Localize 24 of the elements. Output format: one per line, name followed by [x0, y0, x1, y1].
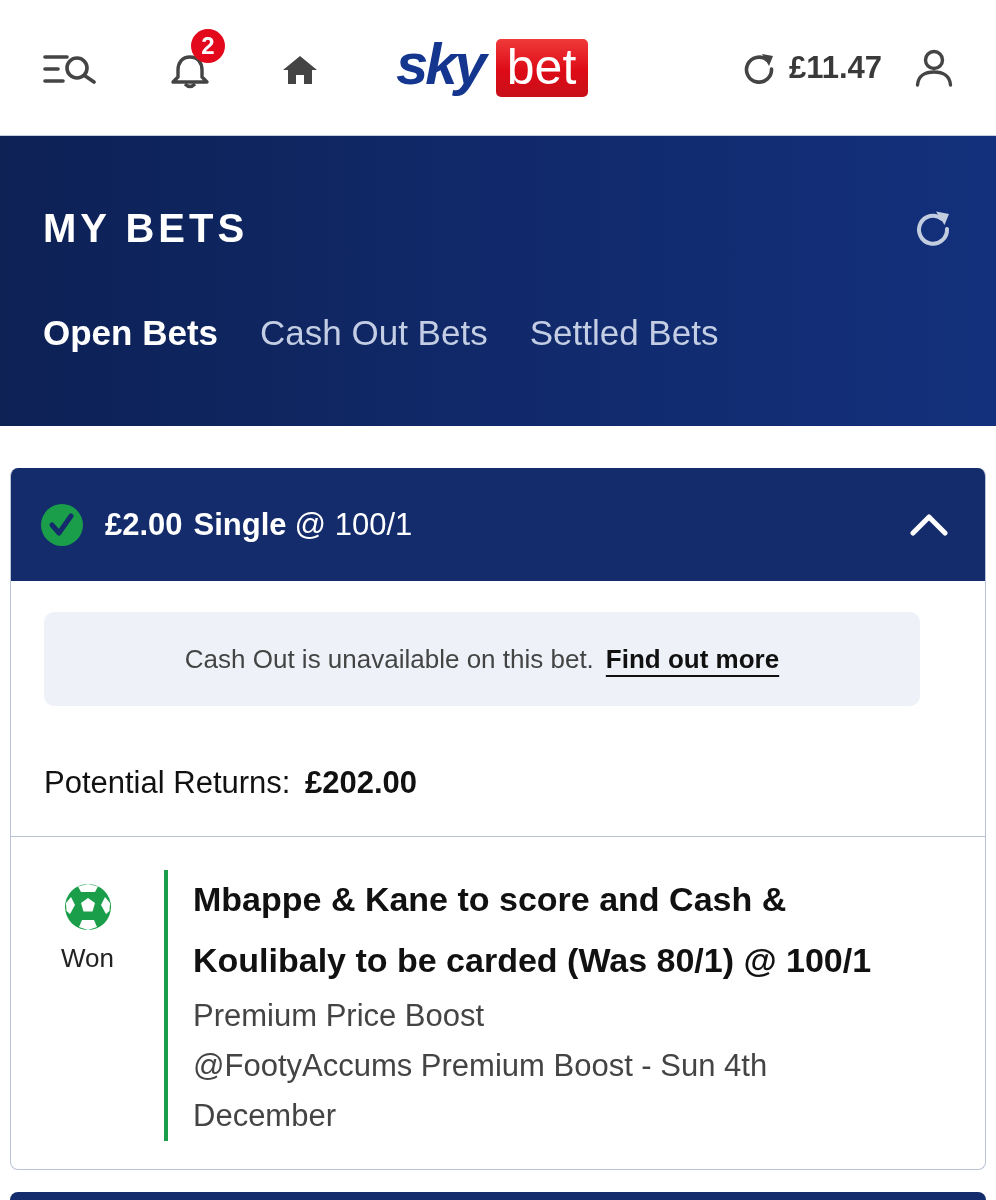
search-menu-icon[interactable] [43, 53, 97, 84]
selection-status: Won [61, 943, 114, 974]
bet-odds: @ 100/1 [294, 506, 413, 543]
home-icon[interactable] [282, 54, 318, 85]
bet-type: Single [193, 506, 287, 543]
sky-bet-logo[interactable]: sky bet [396, 34, 589, 101]
user-account-icon[interactable] [915, 48, 953, 87]
notification-count: 2 [191, 28, 225, 63]
selection-event: @FootyAccums Premium Boost - Sun 4th December [193, 1047, 769, 1135]
potential-returns-label: Potential Returns: [44, 765, 291, 800]
notification-bell-icon[interactable] [169, 52, 211, 89]
account-balance[interactable]: £11.47 [788, 49, 882, 86]
bets-tab[interactable]: Settled Bets [529, 308, 719, 358]
bet-card-header[interactable]: £2.00 Single @ 100/1 [11, 468, 985, 581]
notice-text: Cash Out is unavailable on this bet. [184, 643, 594, 675]
caret-icon[interactable] [910, 513, 948, 536]
bets-tab[interactable]: Cash Out Bets [260, 308, 488, 358]
selection-title: Mbappe & Kane to score and Cash & Koulibaly to be carded (Was 80/1) @ 100/1 [193, 879, 873, 981]
potential-returns-amount: £202.00 [305, 765, 418, 800]
find-out-more-link[interactable]: Find out more [605, 643, 780, 675]
selection-market: Premium Price Boost [193, 997, 486, 1035]
bets-tab[interactable]: Open Bets [43, 308, 219, 358]
page-title: MY BETS [43, 205, 249, 252]
bet-stake: £2.00 [105, 506, 183, 543]
